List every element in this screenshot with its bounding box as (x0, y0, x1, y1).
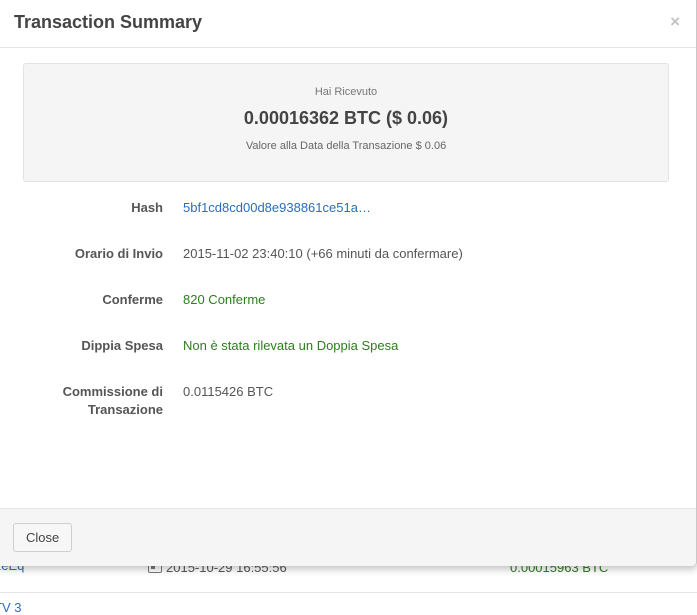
hash-link[interactable]: 5bf1cd8cd00d8e938861ce51a… (183, 199, 663, 217)
sent-time-value: 2015-11-02 23:40:10 (+66 minuti da confe… (183, 246, 463, 261)
modal-header: Transaction Summary × (0, 0, 696, 48)
detail-label: Orario di Invio (74, 246, 163, 261)
transaction-summary-modal: Transaction Summary × Hai Ricevuto 0.000… (0, 0, 697, 566)
fee-label-line2: Transazione (87, 402, 163, 417)
close-icon[interactable]: × (670, 12, 680, 32)
table-row: TV 3 (0, 600, 697, 615)
detail-label: Hash (131, 200, 163, 215)
received-summary: Hai Ricevuto 0.00016362 BTC ($ 0.06) Val… (23, 63, 669, 182)
confirmations-value: 820 Conferme (183, 292, 266, 307)
received-amount: 0.00016362 BTC ($ 0.06) (243, 108, 449, 128)
detail-label: Dippia Spesa (81, 338, 163, 353)
detail-label: Commissione di Transazione (40, 383, 163, 419)
received-label: Hai Ricevuto (314, 86, 378, 98)
double-spend-value: Non è stata rilevata un Doppia Spesa (183, 338, 399, 353)
date-value-note: Valore alla Data della Transazione $ 0.0… (245, 140, 447, 152)
fee-label-line1: Commissione di (62, 384, 163, 399)
close-button[interactable]: Close (13, 523, 73, 552)
detail-label: Conferme (102, 292, 163, 307)
transaction-link[interactable]: TV 3 (0, 600, 21, 615)
modal-title: Transaction Summary (14, 12, 203, 32)
modal-footer: Close (0, 508, 696, 566)
fee-value: 0.0115426 BTC (183, 384, 274, 399)
